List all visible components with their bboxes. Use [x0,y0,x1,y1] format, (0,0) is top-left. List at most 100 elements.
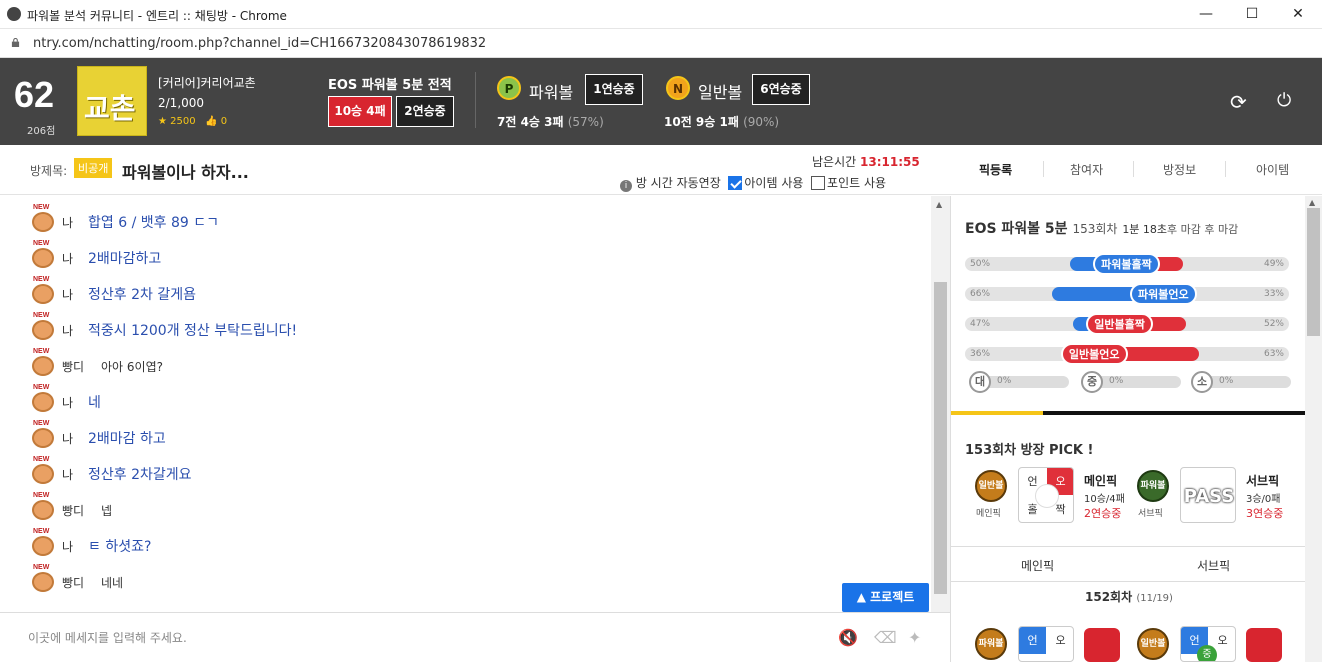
bar-left-pct: 36% [970,349,991,359]
user-face-icon [32,248,54,268]
message-text: 2배마감하고 [88,251,162,267]
main-pick-name: 메인픽 [1084,474,1118,488]
powerball-streak-badge: 1연승중 [585,74,643,105]
bar-left-pct: 50% [970,259,991,269]
maximize-button[interactable]: ☐ [1229,0,1275,29]
bar-label[interactable]: 파워볼언오 [1130,283,1197,305]
message-sender[interactable]: 나 [62,286,73,303]
avatar-text: 교촌 [84,92,136,125]
eos-record-badge: 10승 4패 [328,96,392,127]
new-user-icon: NEW [30,348,56,378]
minimize-button[interactable]: — [1183,0,1229,29]
size-track [1201,376,1291,388]
normalball-record: 10전 9승 1패 (90%) [664,115,780,129]
message-sender[interactable]: 나 [62,214,73,231]
size-mid-pct: 0% [1109,376,1124,386]
star-icon: ★ [158,116,167,127]
eos-streak-badge: 2연승중 [396,96,454,127]
privacy-badge: 비공개 [74,158,113,178]
user-points: 206점 [27,126,56,137]
message-sender[interactable]: 나 [62,322,73,339]
right-tabs: 픽등록 참여자 방정보 아이템 [950,145,1322,195]
game-panel: EOS 파워볼 5분 153회차 1분 18초후 마감 후 마감 50% 49% 파… [950,196,1305,662]
chat-message-list[interactable]: NEW 나 합엽 6 / 뱃후 89 ㄷㄱ NEW 나 2배마감하고 NEW 나 정산후 2차 … [0,196,931,612]
chat-scrollbar[interactable]: ▲ [931,196,950,612]
power-icon[interactable]: ⏻ [1277,90,1291,111]
scroll-up-icon[interactable]: ▲ [936,200,942,209]
new-tag: NEW [33,384,50,391]
message-sender[interactable]: 빵디 [62,358,84,375]
new-tag: NEW [33,348,50,355]
history-ball-2-icon: 일반볼 [1137,628,1169,660]
new-user-icon: NEW [30,312,56,342]
header-divider [475,72,476,128]
normalball-streak-badge: 6연승중 [752,74,810,105]
message-sender[interactable]: 나 [62,250,73,267]
magic-wand-icon[interactable]: ✦ [908,628,921,647]
protect-button[interactable]: ▲ 프로젝트 [842,583,929,612]
main-pick-ball-caption: 메인픽 [976,509,1001,519]
size-mid-badge: 중 [1081,371,1103,393]
thumbs-up-icon: 👍 [205,116,218,127]
room-title: 파워볼이나 하자... [122,163,249,182]
history-ball-1-icon: 파워볼 [975,628,1007,660]
eraser-icon[interactable]: ⌫ [874,628,897,647]
user-face-icon [32,392,54,412]
user-count: 2/1,000 [158,96,205,110]
mute-icon[interactable]: 🔇 [838,628,858,647]
size-small-pct: 0% [1219,376,1234,386]
window-title: 파워볼 분석 커뮤니티 - 엔트리 :: 채팅방 - Chrome [27,9,287,23]
bar-label[interactable]: 일반볼언오 [1060,343,1128,365]
close-button[interactable]: ✕ [1275,0,1321,29]
new-user-icon: NEW [30,456,56,486]
message-sender[interactable]: 나 [62,538,73,555]
bar-label[interactable]: 파워볼홀짝 [1093,253,1160,275]
message-sender[interactable]: 빵디 [62,574,84,591]
powerball-badge-icon: P [497,76,521,100]
user-face-icon [32,464,54,484]
size-track [979,376,1069,388]
scroll-up-icon[interactable]: ▲ [1309,198,1315,207]
message-input[interactable] [28,626,808,650]
bar-left-pct: 66% [970,289,991,299]
message-sender[interactable]: 나 [62,394,73,411]
history-grid-1: 언 오 [1018,626,1074,662]
betting-bar: 50% 49% 파워볼홀짝 [965,253,1289,275]
sub-pick-ball-caption: 서브픽 [1138,509,1163,519]
message-text: 정산후 2차 갈게욤 [88,287,196,303]
panel-scrollbar[interactable]: ▲ [1305,196,1322,662]
size-small-badge: 소 [1191,371,1213,393]
message-sender[interactable]: 빵디 [62,502,84,519]
size-big: 대 0% [969,371,1069,393]
scrollbar-thumb[interactable] [934,282,947,594]
tab-pick-register[interactable]: 픽등록 [979,161,1012,178]
new-tag: NEW [33,276,50,283]
bar-right-pct: 52% [1263,319,1284,329]
size-big-pct: 0% [997,376,1012,386]
tab-participants[interactable]: 참여자 [1070,161,1103,178]
url-text[interactable]: ntry.com/nchatting/room.php?channel_id=C… [33,36,486,51]
bar-right-pct: 33% [1263,289,1284,299]
main-pick-record: 10승/4패 [1084,494,1125,505]
avatar[interactable]: 교촌 [77,66,147,136]
refresh-icon[interactable]: ⟳ [1230,90,1247,114]
mascot-red-icon [1084,628,1120,662]
address-bar[interactable]: ntry.com/nchatting/room.php?channel_id=C… [0,29,1322,58]
item-use-checkbox[interactable] [728,176,743,190]
tab-items[interactable]: 아이템 [1256,161,1289,178]
message-sender[interactable]: 나 [62,466,73,483]
user-name: [커리어]커리어교촌 [158,76,256,90]
user-face-icon [32,356,54,376]
room-options: i 방 시간 자동연장 아이템 사용 포인트 사용 [620,174,886,192]
new-tag: NEW [33,564,50,571]
message-text: 네 [88,395,101,411]
game-title: EOS 파워볼 5분 153회차 1분 18초후 마감 후 마감 [965,221,1239,237]
message-sender[interactable]: 나 [62,430,73,447]
bar-label[interactable]: 일반볼홀짝 [1086,313,1153,335]
user-stats: ★ 2500 👍 0 [158,116,227,127]
message-text: ㅌ 하셧죠? [88,539,152,555]
new-user-icon: NEW [30,276,56,306]
tab-room-info[interactable]: 방정보 [1163,161,1196,178]
point-use-checkbox[interactable] [811,176,826,190]
scrollbar-thumb[interactable] [1307,208,1320,336]
